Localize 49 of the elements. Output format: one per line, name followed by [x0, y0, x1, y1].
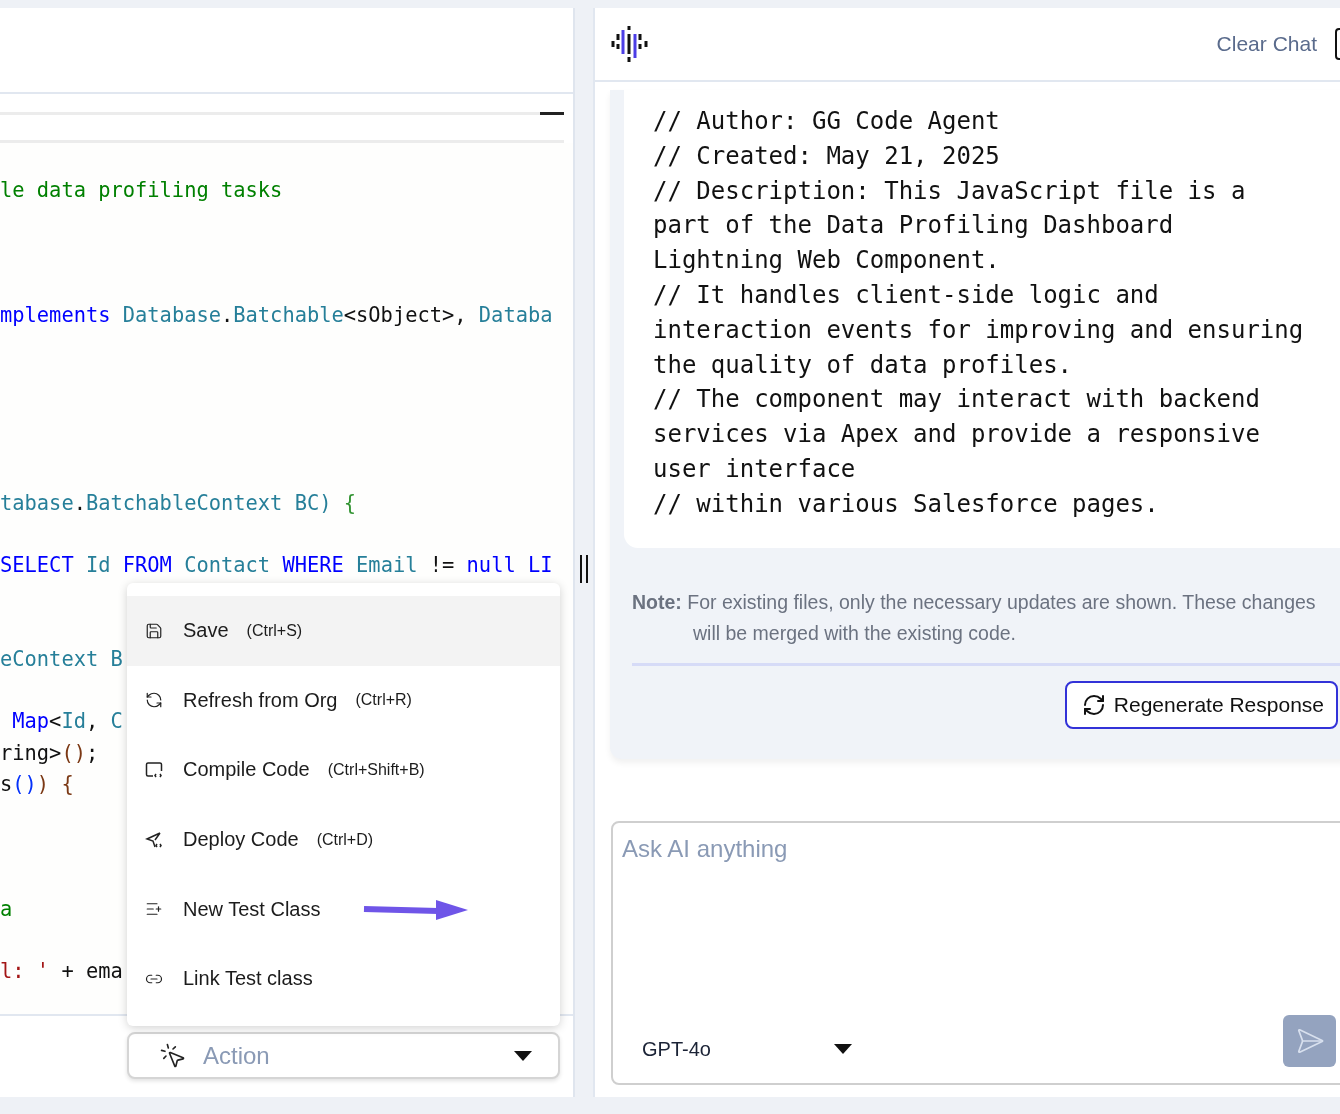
refresh-icon — [145, 691, 163, 710]
code-line: s()) { — [0, 771, 74, 796]
code-line: Map<Id, C — [11, 709, 123, 734]
regenerate-response-button[interactable]: Regenerate Response — [1064, 680, 1338, 729]
shortcut-label: (Ctrl+S) — [246, 621, 303, 640]
code-comment: // Author: GG Code Agent — [653, 106, 1001, 137]
menu-item-label: Compile Code — [183, 758, 310, 782]
shortcut-label: (Ctrl+D) — [316, 830, 374, 849]
code-line: tabase.BatchableContext BC) { — [0, 490, 357, 515]
menu-item[interactable]: Refresh from Org (Ctrl+R) — [127, 665, 560, 736]
chat-input-field[interactable]: Ask AI anything GPT-4o — [611, 820, 1340, 1085]
code-comment: // within various Salesforce pages. — [653, 488, 1160, 520]
note-text: Note: For existing files, only the necessary updates are shown. These changes will be merged with the existing code. — [632, 586, 1340, 666]
menu-item[interactable]: Save (Ctrl+S) — [127, 596, 560, 666]
code-line: eContext B — [0, 646, 123, 671]
code-line: ring>(); — [0, 740, 99, 765]
menu-item-label: Deploy Code — [183, 828, 299, 852]
send-button[interactable] — [1283, 1014, 1336, 1067]
code-line: le data profiling tasks — [0, 178, 283, 202]
screen-code-icon — [145, 761, 163, 779]
clear-chat-button[interactable]: Clear Chat — [1216, 32, 1317, 56]
code-line: SELECT Id FROM Contact WHERE Email != null LI — [0, 553, 553, 577]
code-line: l: ' + ema — [0, 959, 123, 984]
menu-item[interactable]: New Test Class — [127, 874, 560, 944]
caret-icon — [834, 1044, 852, 1055]
menu-item-label: Refresh from Org — [183, 688, 338, 712]
resize-handle-icon[interactable] — [578, 555, 590, 583]
code-comment: // It handles client-side logic and interaction events for improving and ensuring the quality of data profiles. — [653, 280, 1304, 381]
caret-icon — [514, 1050, 532, 1061]
code-comment: // Description: This JavaScript file is a part of the Data Profiling Dashboard Lightning Web Component. — [653, 175, 1247, 277]
save-icon — [145, 621, 163, 640]
menu-item[interactable]: Link Test class — [127, 943, 560, 1014]
dash-icon — [540, 112, 564, 115]
menu-item-label: Save — [183, 619, 229, 643]
code-comment: // Created: May 21, 2025 — [653, 140, 1001, 172]
menu-item[interactable]: Deploy Code (Ctrl+D) — [127, 804, 560, 875]
code-line: a — [0, 896, 13, 921]
menu-item[interactable]: Compile Code (Ctrl+Shift+B) — [127, 735, 560, 805]
menu-item-label: New Test Class — [183, 897, 321, 921]
send-code-icon — [145, 830, 163, 849]
model-select[interactable]: GPT-4o — [622, 1037, 852, 1067]
shortcut-label: (Ctrl+Shift+B) — [327, 761, 425, 779]
code-line: mplements Database.Batchable<sObject>, Databa — [0, 303, 553, 327]
refresh-icon — [1081, 692, 1106, 717]
menu-item-label: Link Test class — [183, 967, 313, 991]
shortcut-label: (Ctrl+R) — [355, 691, 412, 710]
pointer-click-icon — [159, 1041, 187, 1070]
logo-icon — [611, 26, 648, 62]
code-comment: // The component may interact with backend services via Apex and provide a responsive user interface — [653, 384, 1261, 485]
